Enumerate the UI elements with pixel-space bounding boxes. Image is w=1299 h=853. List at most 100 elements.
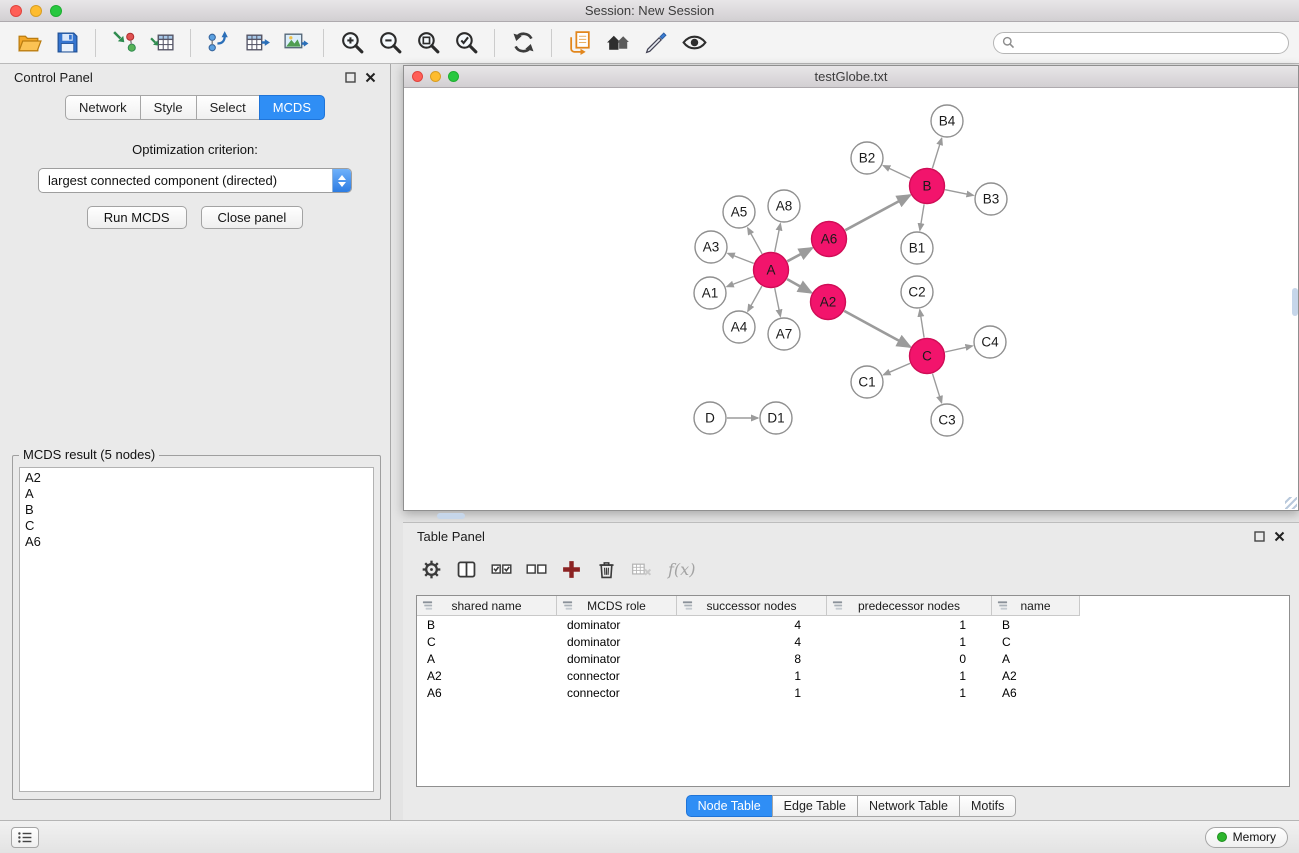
edge-A-A2[interactable]	[787, 279, 811, 292]
column-header-shared-name[interactable]: shared name	[417, 596, 557, 616]
table-cell[interactable]: dominator	[557, 635, 677, 649]
result-item[interactable]: B	[20, 502, 373, 518]
gear-button[interactable]	[415, 554, 447, 584]
delete-column-button[interactable]	[590, 554, 622, 584]
node-A7[interactable]: A7	[768, 318, 800, 350]
tab-network-table[interactable]: Network Table	[857, 795, 960, 817]
node-A2[interactable]: A2	[811, 285, 846, 320]
table-cell[interactable]: dominator	[557, 618, 677, 632]
node-C[interactable]: C	[910, 339, 945, 374]
node-B1[interactable]: B1	[901, 232, 933, 264]
result-item[interactable]: A6	[20, 534, 373, 550]
fx-button[interactable]: f(x)	[668, 560, 695, 579]
table-cell[interactable]: C	[992, 635, 1080, 649]
edge-A-A3[interactable]	[728, 253, 754, 263]
tab-network[interactable]: Network	[65, 95, 141, 120]
node-C1[interactable]: C1	[851, 366, 883, 398]
tab-select[interactable]: Select	[196, 95, 260, 120]
table-cell[interactable]: A2	[992, 669, 1080, 683]
node-B2[interactable]: B2	[851, 142, 883, 174]
memory-button[interactable]: Memory	[1205, 827, 1288, 848]
node-B[interactable]: B	[910, 169, 945, 204]
table-cell[interactable]: B	[992, 618, 1080, 632]
edge-B-B4[interactable]	[932, 138, 941, 168]
node-A4[interactable]: A4	[723, 311, 755, 343]
table-row[interactable]: A6connector11A6	[417, 684, 1289, 701]
column-header-predecessor-nodes[interactable]: predecessor nodes	[827, 596, 992, 616]
node-C2[interactable]: C2	[901, 276, 933, 308]
edge-A-A5[interactable]	[748, 228, 762, 254]
save-button[interactable]	[48, 26, 86, 60]
edge-A6-B[interactable]	[845, 195, 910, 230]
node-B4[interactable]: B4	[931, 105, 963, 137]
edge-A-A4[interactable]	[748, 286, 762, 311]
node-A6[interactable]: A6	[812, 222, 847, 257]
deselect-all-button[interactable]	[520, 554, 552, 584]
table-cell[interactable]: connector	[557, 686, 677, 700]
pane-divider-handle-right[interactable]	[1292, 288, 1298, 316]
node-A1[interactable]: A1	[694, 277, 726, 309]
table-cell[interactable]: 8	[677, 652, 827, 666]
tab-motifs[interactable]: Motifs	[959, 795, 1016, 817]
export-image-button[interactable]	[276, 26, 314, 60]
zoom-fit-button[interactable]	[409, 26, 447, 60]
node-A3[interactable]: A3	[695, 231, 727, 263]
table-cell[interactable]: A6	[417, 686, 557, 700]
table-cell[interactable]: 1	[677, 686, 827, 700]
node-A8[interactable]: A8	[768, 190, 800, 222]
edge-C-C2[interactable]	[920, 310, 924, 338]
refresh-button[interactable]	[504, 26, 542, 60]
node-D1[interactable]: D1	[760, 402, 792, 434]
zoom-selected-button[interactable]	[447, 26, 485, 60]
network-zoom-button[interactable]	[448, 71, 459, 82]
table-row[interactable]: Bdominator41B	[417, 616, 1289, 633]
table-cell[interactable]: 1	[827, 635, 992, 649]
show-hide-button[interactable]	[675, 26, 713, 60]
table-cell[interactable]: C	[417, 635, 557, 649]
zoom-out-button[interactable]	[371, 26, 409, 60]
edge-A-A7[interactable]	[775, 288, 781, 316]
edge-C-C3[interactable]	[933, 374, 942, 403]
home-button[interactable]	[599, 26, 637, 60]
open-button[interactable]	[10, 26, 48, 60]
minimize-window-button[interactable]	[30, 5, 42, 17]
table-cell[interactable]: A	[417, 652, 557, 666]
search-box[interactable]	[993, 32, 1289, 54]
table-cell[interactable]: 1	[677, 669, 827, 683]
close-panel-button[interactable]: Close panel	[201, 206, 304, 229]
columns-button[interactable]	[450, 554, 482, 584]
result-item[interactable]: A	[20, 486, 373, 502]
tab-mcds[interactable]: MCDS	[259, 95, 325, 120]
edge-B-B3[interactable]	[945, 190, 973, 196]
zoom-window-button[interactable]	[50, 5, 62, 17]
open-session-button[interactable]	[561, 26, 599, 60]
run-mcds-button[interactable]: Run MCDS	[87, 206, 187, 229]
network-close-button[interactable]	[412, 71, 423, 82]
import-network-button[interactable]	[105, 26, 143, 60]
table-row[interactable]: A2connector11A2	[417, 667, 1289, 684]
node-A5[interactable]: A5	[723, 196, 755, 228]
control-panel-close-icon-button[interactable]	[365, 72, 376, 83]
result-item[interactable]: C	[20, 518, 373, 534]
node-D[interactable]: D	[694, 402, 726, 434]
table-cell[interactable]: B	[417, 618, 557, 632]
edge-C-C4[interactable]	[945, 346, 972, 352]
table-row[interactable]: Cdominator41C	[417, 633, 1289, 650]
zoom-in-button[interactable]	[333, 26, 371, 60]
export-table-button[interactable]	[238, 26, 276, 60]
tab-style[interactable]: Style	[140, 95, 197, 120]
node-A[interactable]: A	[754, 253, 789, 288]
network-graph[interactable]: B4B2BB3A5A8A6A3B1AA1C2A2A4A7C4CC1C3DD1	[404, 88, 1298, 509]
node-B3[interactable]: B3	[975, 183, 1007, 215]
table-cell[interactable]: 1	[827, 669, 992, 683]
table-cell[interactable]: A	[992, 652, 1080, 666]
network-minimize-button[interactable]	[430, 71, 441, 82]
table-panel-close-icon-button[interactable]	[1274, 531, 1285, 542]
mcds-result-list[interactable]: A2ABCA6	[19, 467, 374, 792]
show-panel-button[interactable]	[11, 827, 39, 848]
tab-edge-table[interactable]: Edge Table	[772, 795, 858, 817]
table-cell[interactable]: 1	[827, 618, 992, 632]
add-column-button[interactable]	[555, 554, 587, 584]
node-C4[interactable]: C4	[974, 326, 1006, 358]
edge-A-A6[interactable]	[787, 248, 812, 261]
